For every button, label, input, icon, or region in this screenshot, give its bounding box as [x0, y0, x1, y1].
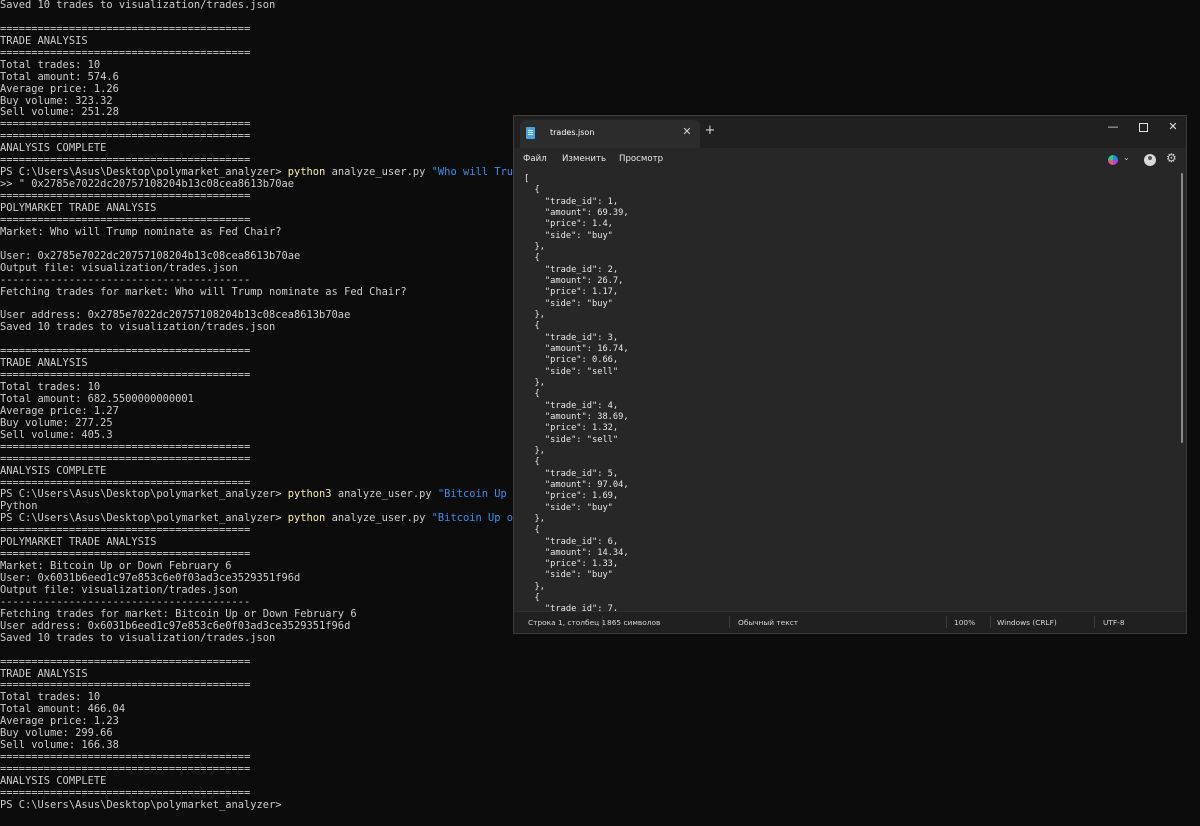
- character-count: 865 символов: [607, 618, 661, 627]
- terminal-line: ========================================: [0, 763, 251, 775]
- text-line: "amount": 38.69,: [524, 411, 629, 422]
- text-line: "trade_id": 4,: [524, 400, 619, 411]
- maximize-icon: [1138, 122, 1148, 132]
- text-line: {: [524, 525, 540, 536]
- text-line: "price": 1.33,: [524, 559, 619, 570]
- terminal-line: ========================================: [0, 46, 251, 59]
- account-icon[interactable]: [1144, 154, 1156, 166]
- text-line: "trade_id": 1,: [524, 196, 619, 207]
- text-line: "trade_id": 6,: [524, 536, 619, 547]
- text-line: "side": "buy": [524, 298, 613, 309]
- terminal-line: ========================================: [0, 679, 251, 692]
- text-line: "price": 1.32,: [524, 423, 619, 434]
- terminal-line: PS C:\Users\Asus\Desktop\polymarket_anal…: [0, 798, 282, 811]
- text-line: "amount": 97.04,: [524, 479, 629, 490]
- notepad-file-icon: [526, 127, 535, 139]
- text-line: },: [524, 581, 545, 592]
- terminal-line: Total amount: 574.6: [0, 70, 119, 83]
- tab-title: trades.json: [550, 128, 595, 137]
- terminal-line: Buy volume: 323.32: [0, 94, 113, 107]
- text-line: "trade_id": 5,: [524, 468, 619, 479]
- json-content: [ { "trade_id": 1, "amount": 69.39, "pri…: [524, 174, 629, 613]
- text-line: "amount": 69.39,: [524, 207, 629, 218]
- text-line: "amount": 16.74,: [524, 343, 629, 354]
- text-line: "price": 1.17,: [524, 287, 619, 298]
- terminal-line: Buy volume: 299.66: [0, 727, 113, 740]
- text-line: {: [524, 593, 540, 604]
- text-line: "trade_id": 2,: [524, 264, 619, 275]
- terminal-line: Saved 10 trades to visualization/trades.…: [0, 631, 276, 644]
- encoding[interactable]: UTF-8: [1103, 618, 1125, 627]
- status-bar: Строка 1, столбец 1 865 символов Обычный…: [514, 611, 1186, 633]
- terminal-line: Total trades: 10: [0, 691, 101, 704]
- text-line: "side": "buy": [524, 502, 613, 513]
- text-line: {: [524, 321, 540, 332]
- text-line: {: [524, 253, 540, 264]
- text-line: "side": "sell": [524, 434, 619, 445]
- file-type: Обычный текст: [738, 618, 799, 627]
- terminal-line: Saved 10 trades to visualization/trades.…: [0, 0, 276, 11]
- text-line: "amount": 26.7,: [524, 275, 624, 286]
- menu-bar: Файл Изменить Просмотр ⌄ ⚙: [514, 148, 1186, 171]
- notepad-window: trades.json ✕ + — ✕ Файл Изменить Просмо…: [513, 115, 1187, 634]
- terminal-line: Total trades: 10: [0, 58, 101, 71]
- text-line: },: [524, 309, 545, 320]
- text-line: "side": "sell": [524, 366, 619, 377]
- terminal-line: Total amount: 466.04: [0, 703, 126, 716]
- tab-close-icon[interactable]: ✕: [680, 125, 694, 138]
- menu-file[interactable]: Файл: [523, 154, 547, 164]
- menu-view[interactable]: Просмотр: [619, 154, 663, 164]
- maximize-button[interactable]: [1128, 116, 1158, 138]
- minimize-button[interactable]: —: [1098, 116, 1128, 138]
- text-line: "amount": 14.34,: [524, 547, 629, 558]
- text-line: },: [524, 513, 545, 524]
- text-line: {: [524, 185, 540, 196]
- notepad-titlebar[interactable]: trades.json ✕ + — ✕: [514, 116, 1186, 148]
- text-line: {: [524, 457, 540, 468]
- gear-icon[interactable]: ⚙: [1166, 151, 1177, 165]
- text-line: "trade_id": 3,: [524, 332, 619, 343]
- text-line: [: [524, 174, 530, 184]
- terminal-line: Average price: 1.23: [0, 715, 119, 728]
- tab-trades-json[interactable]: trades.json ✕: [520, 120, 700, 148]
- text-line: "side": "buy": [524, 230, 613, 241]
- text-line: {: [524, 389, 540, 400]
- text-line: },: [524, 445, 545, 456]
- terminal-line: Average price: 1.26: [0, 82, 119, 95]
- terminal-line: ========================================: [0, 655, 251, 668]
- cursor-position: Строка 1, столбец 1: [528, 618, 607, 627]
- text-line: },: [524, 241, 545, 252]
- zoom-level[interactable]: 100%: [954, 618, 975, 627]
- terminal-line: ========================================: [0, 22, 251, 35]
- close-window-button[interactable]: ✕: [1158, 116, 1186, 138]
- text-editor[interactable]: [ { "trade_id": 1, "amount": 69.39, "pri…: [514, 171, 1186, 613]
- line-endings[interactable]: Windows (CRLF): [997, 618, 1057, 627]
- copilot-icon[interactable]: [1108, 155, 1118, 165]
- menu-edit[interactable]: Изменить: [562, 154, 606, 164]
- vertical-scrollbar[interactable]: [1181, 173, 1183, 443]
- text-line: },: [524, 377, 545, 388]
- text-line: "side": "buy": [524, 570, 613, 581]
- chevron-down-icon[interactable]: ⌄: [1123, 153, 1130, 162]
- new-tab-button[interactable]: +: [703, 123, 717, 138]
- text-line: "price": 1.4,: [524, 219, 613, 230]
- text-line: "price": 0.66,: [524, 355, 619, 366]
- text-line: "price": 1.69,: [524, 491, 619, 502]
